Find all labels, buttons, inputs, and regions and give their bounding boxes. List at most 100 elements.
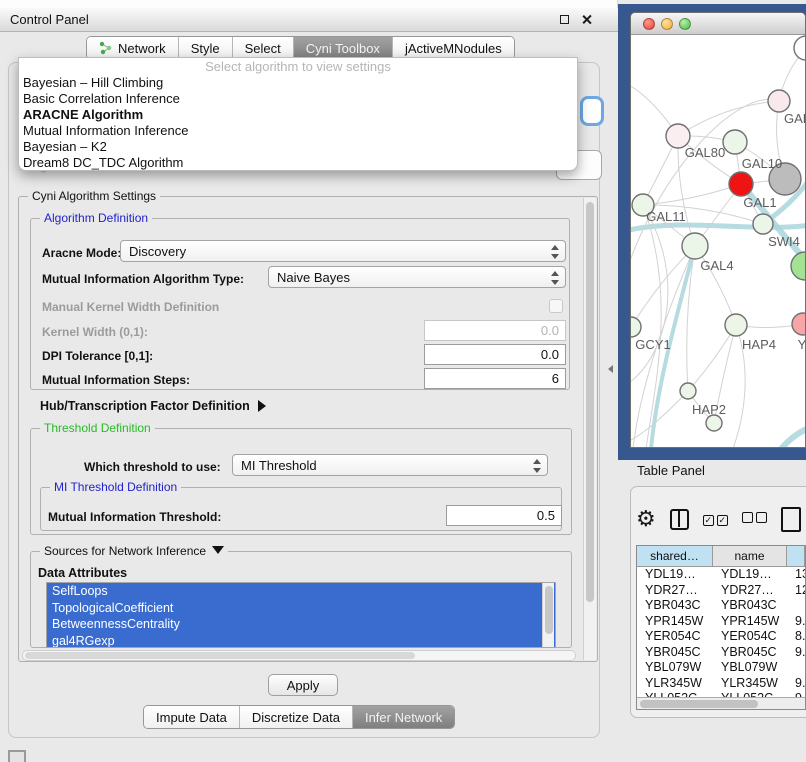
column-header-name[interactable]: name <box>713 546 787 566</box>
table-row[interactable]: YDR27…YDR27…12 <box>637 583 805 599</box>
network-node-hap2[interactable] <box>680 383 696 399</box>
list-item-selfloops[interactable]: SelfLoops <box>47 583 555 600</box>
horizontal-scrollbar-thumb[interactable] <box>25 652 415 659</box>
algorithm-option-mutual-information[interactable]: Mutual Information Inference <box>19 123 577 139</box>
network-edge[interactable] <box>631 205 668 385</box>
network-node-y[interactable] <box>792 313 805 335</box>
data-attributes-list[interactable]: SelfLoops TopologicalCoefficient Between… <box>46 582 556 648</box>
table-row[interactable]: YER054CYER054C8. <box>637 629 805 645</box>
list-item-betweennesscentrality[interactable]: BetweennessCentrality <box>47 616 555 633</box>
minimized-panel-icon[interactable] <box>8 750 26 762</box>
which-threshold-value: MI Threshold <box>241 458 317 473</box>
network-node-hap4[interactable] <box>725 314 747 336</box>
table-row[interactable]: YBL079WYBL079W <box>637 660 805 676</box>
tab-discretize-data[interactable]: Discretize Data <box>240 706 353 728</box>
tab-style[interactable]: Style <box>179 37 233 59</box>
table-cell <box>787 660 805 676</box>
columns-icon[interactable] <box>670 509 689 530</box>
network-node-unlabeled[interactable] <box>706 415 722 431</box>
network-node-label: GAL1 <box>743 195 776 210</box>
gear-icon[interactable]: ⚙ <box>636 508 656 530</box>
column-header-shared[interactable]: shared… <box>637 546 713 566</box>
algorithm-option-aracne[interactable]: ARACNE Algorithm <box>19 107 577 123</box>
deselect-all-icon[interactable] <box>742 510 767 528</box>
settings-horizontal-scrollbar[interactable] <box>22 650 576 661</box>
table-row[interactable]: YDL19…YDL19…13 <box>637 567 805 583</box>
tab-cyni-toolbox[interactable]: Cyni Toolbox <box>294 37 393 59</box>
apply-button[interactable]: Apply <box>268 674 338 696</box>
network-node-gal10[interactable] <box>723 130 747 154</box>
kernel-width-field[interactable]: 0.0 <box>424 320 566 341</box>
table-panel-title: Table Panel <box>637 463 705 478</box>
tab-impute-data[interactable]: Impute Data <box>144 706 240 728</box>
algorithm-placeholder: Select algorithm to view settings <box>19 59 577 75</box>
mi-threshold-group-title: MI Threshold Definition <box>50 480 181 494</box>
hub-definition-expander[interactable]: Hub/Transcription Factor Definition <box>40 399 266 413</box>
minimize-traffic-light-icon[interactable] <box>661 18 673 30</box>
table-cell: YPR145W <box>637 614 713 630</box>
table-horizontal-scrollbar[interactable] <box>637 697 805 709</box>
algorithm-option-bayesian-hill-climbing[interactable]: Bayesian – Hill Climbing <box>19 75 577 91</box>
algorithm-dropdown-popup: Select algorithm to view settings Bayesi… <box>18 57 578 171</box>
which-threshold-combo[interactable]: MI Threshold <box>232 454 548 476</box>
table-row[interactable]: YPR145WYPR145W9. <box>637 614 805 630</box>
select-all-icon[interactable]: ✓✓ <box>703 510 728 528</box>
settings-vertical-scrollbar[interactable] <box>583 198 596 660</box>
top-strip <box>0 0 618 8</box>
network-node-gal1[interactable] <box>729 172 753 196</box>
dpi-tolerance-field[interactable]: 0.0 <box>424 344 566 365</box>
algorithm-option-bayesian-k2[interactable]: Bayesian – K2 <box>19 139 577 155</box>
table-cell: 9. <box>787 645 805 661</box>
network-edge[interactable] <box>643 205 661 448</box>
control-panel-title: Control Panel <box>0 12 560 27</box>
close-icon[interactable] <box>581 14 592 25</box>
aracne-mode-label: Aracne Mode: <box>42 246 121 260</box>
attributes-list-scrollbar[interactable] <box>542 583 554 647</box>
tab-jactivemnodules[interactable]: jActiveMNodules <box>393 37 514 59</box>
table-row[interactable]: YLR345WYLR345W9. <box>637 676 805 692</box>
network-node-unlabeled[interactable] <box>794 36 805 60</box>
aracne-mode-combo[interactable]: Discovery <box>120 240 566 262</box>
panel-splitter-handle[interactable] <box>608 365 613 373</box>
tab-select[interactable]: Select <box>233 37 294 59</box>
table-row[interactable]: YBR045CYBR045C9. <box>637 645 805 661</box>
settings-scrollbar-thumb[interactable] <box>586 202 594 602</box>
tab-network[interactable]: Network <box>87 37 179 59</box>
close-traffic-light-icon[interactable] <box>643 18 655 30</box>
mi-steps-field[interactable]: 6 <box>424 368 566 389</box>
algorithm-option-basic-correlation[interactable]: Basic Correlation Inference <box>19 91 577 107</box>
zoom-traffic-light-icon[interactable] <box>679 18 691 30</box>
collapse-arrow-icon <box>212 546 224 554</box>
network-window[interactable]: GALGAL80GAL10GAL1GAL11SWI4GAL4GCY1HAP4YH… <box>630 12 806 448</box>
float-panel-icon[interactable] <box>560 15 569 24</box>
list-item-topologicalcoefficient[interactable]: TopologicalCoefficient <box>47 600 555 617</box>
table-cell: 12 <box>787 583 805 599</box>
network-node-gal[interactable] <box>768 90 790 112</box>
network-edge[interactable] <box>678 101 779 136</box>
mi-threshold-field[interactable]: 0.5 <box>446 505 562 526</box>
network-edge-thick[interactable] <box>781 427 805 448</box>
table-row[interactable]: YBR043CYBR043C <box>637 598 805 614</box>
mi-type-combo[interactable]: Naive Bayes <box>268 266 566 288</box>
algorithm-option-dream8[interactable]: Dream8 DC_TDC Algorithm <box>19 155 577 171</box>
stepper-icon <box>550 270 560 286</box>
aracne-mode-value: Discovery <box>129 244 186 259</box>
network-node-gal4[interactable] <box>682 233 708 259</box>
network-node-unlabeled[interactable] <box>791 252 805 280</box>
tab-infer-network[interactable]: Infer Network <box>353 706 454 728</box>
inference-algorithm-combo-focus-ring[interactable] <box>580 96 604 126</box>
network-node-label: GAL80 <box>685 145 725 160</box>
tab-cyni-toolbox-label: Cyni Toolbox <box>306 41 380 56</box>
table-hscroll-thumb[interactable] <box>640 700 758 708</box>
manual-kernel-checkbox[interactable] <box>549 299 563 313</box>
network-node-gcy1[interactable] <box>631 317 641 337</box>
network-edge[interactable] <box>688 325 736 391</box>
column-header-cut[interactable] <box>787 546 805 566</box>
table-toolbar: ⚙ ✓✓ <box>636 497 804 541</box>
attributes-scrollbar-thumb[interactable] <box>545 586 553 634</box>
document-icon[interactable] <box>781 507 801 532</box>
table-cell: YDR27… <box>713 583 787 599</box>
list-item-gal4rgexp[interactable]: gal4RGexp <box>47 633 555 649</box>
network-node-swi4[interactable] <box>753 214 773 234</box>
network-canvas[interactable]: GALGAL80GAL10GAL1GAL11SWI4GAL4GCY1HAP4YH… <box>631 35 805 448</box>
